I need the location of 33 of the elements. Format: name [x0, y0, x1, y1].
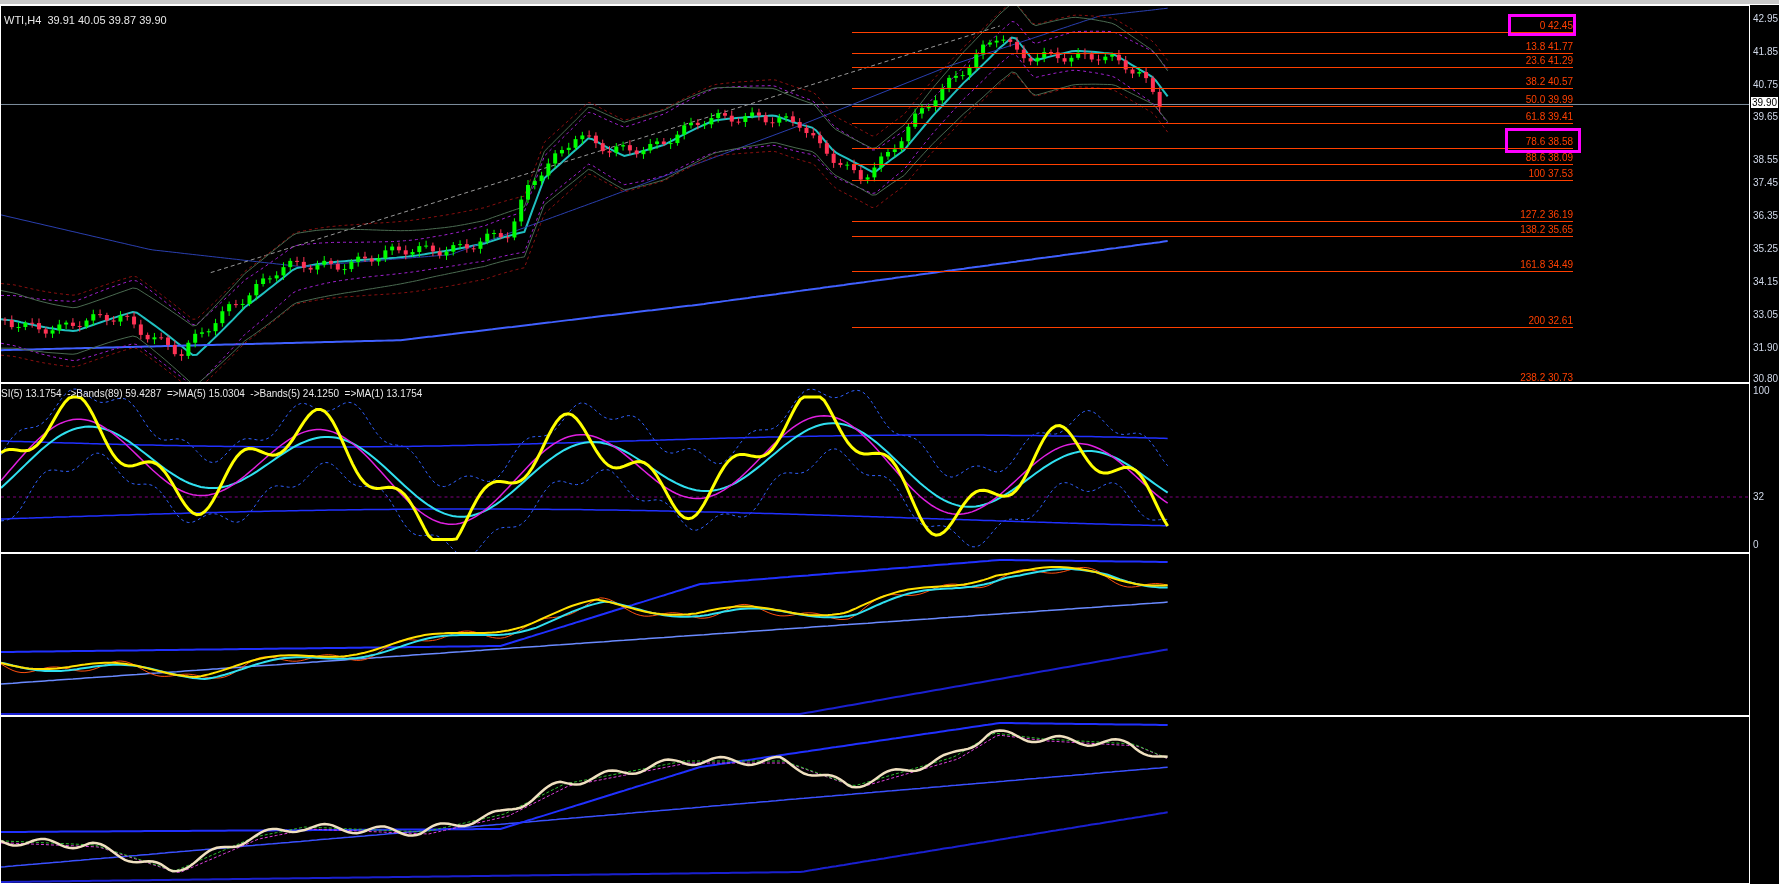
fibonacci-level: 100 37.53 — [852, 168, 1573, 181]
indicator-axis-label: 100 — [1753, 385, 1770, 397]
price-axis-label: 37.45 — [1753, 177, 1779, 189]
fibonacci-level: 200 32.61 — [852, 315, 1573, 328]
indicator-label: SI(5) 13.1754 ->Bands(89) 59.4287 =>MA(5) 15.0304 ->Bands(5) 24.1250 =>MA(1) 13.1754 — [1, 388, 423, 399]
fibonacci-level: 78.6 38.58 — [852, 136, 1573, 149]
price-axis-label: 31.90 — [1753, 342, 1779, 354]
fibonacci-level: 13.8 41.77 — [852, 41, 1573, 54]
price-axis-label: 42.95 — [1753, 13, 1779, 25]
price-axis-label: 41.85 — [1753, 46, 1779, 58]
fibonacci-level: 88.6 38.09 — [852, 152, 1573, 165]
fibonacci-level: 23.6 41.29 — [852, 55, 1573, 68]
fibonacci-level: 238.2 30.73 — [852, 372, 1573, 382]
fibonacci-level: 161.8 34.49 — [852, 259, 1573, 272]
fibonacci-level: 50.0 39.99 — [852, 94, 1573, 107]
indicator-axis-label: 0 — [1753, 539, 1759, 551]
price-axis-label: 40.75 — [1753, 79, 1779, 91]
highlight-rectangle — [1508, 14, 1576, 36]
indicator-axis-label: 32 — [1753, 491, 1765, 503]
fibonacci-level: 0 42.45 — [852, 20, 1573, 33]
price-axis-label: 38.55 — [1753, 154, 1779, 166]
price-axis-label: 39.65 — [1753, 111, 1779, 123]
current-price-label: 39.90 — [1751, 97, 1779, 108]
price-axis-label: 36.35 — [1753, 210, 1779, 222]
price-axis-label: 35.25 — [1753, 243, 1779, 255]
price-axis-label: 34.15 — [1753, 276, 1779, 288]
fibonacci-level: 38.2 40.57 — [852, 76, 1573, 89]
price-axis-label: 33.05 — [1753, 309, 1779, 321]
fibonacci-level: 127.2 36.19 — [852, 209, 1573, 222]
fibonacci-level: 61.8 39.41 — [852, 111, 1573, 124]
price-axis-label: 30.80 — [1753, 373, 1779, 385]
symbol-info: WTI,H4 39.91 40.05 39.87 39.90 — [4, 14, 167, 26]
fibonacci-level: 138.2 35.65 — [852, 224, 1573, 237]
